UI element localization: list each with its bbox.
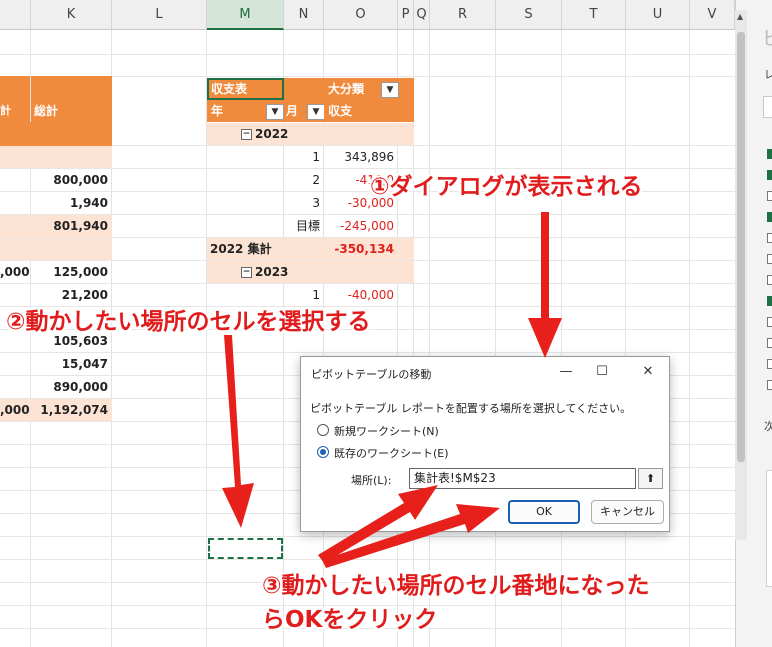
pivot-value-cell[interactable]: -245,000 <box>324 215 398 237</box>
pivot-month-cell[interactable]: 3 <box>284 192 324 214</box>
dialog-prompt: ピボットテーブル レポートを配置する場所を選択してください。 <box>310 402 632 415</box>
pane-section-partial: 次 <box>764 420 772 433</box>
pivot-subtotal-2022-value[interactable]: -350,134 <box>324 238 414 260</box>
left-k-total[interactable]: 1,192,074 <box>31 399 112 421</box>
column-header-u[interactable]: U <box>626 0 690 30</box>
collapse-icon[interactable]: − <box>241 129 252 140</box>
left-j-row-1[interactable]: ,000 <box>0 261 30 283</box>
annotation-step-3-line-1: ③動かしたい場所のセル番地になった <box>262 573 650 599</box>
field-checkbox[interactable] <box>767 359 772 369</box>
field-checkbox[interactable] <box>767 254 772 264</box>
pivot-year-2022-row[interactable]: −2022 <box>207 123 414 145</box>
pivot-month-cell[interactable]: 目標 <box>270 215 324 237</box>
pivot-month-cell[interactable]: 1 <box>284 146 324 168</box>
left-k-row-3[interactable]: 125,000 <box>31 261 112 283</box>
column-header-q[interactable]: Q <box>414 0 430 30</box>
column-header-n[interactable]: N <box>284 0 324 30</box>
field-checkbox[interactable] <box>767 317 772 327</box>
left-j-total[interactable]: ,000 <box>0 399 31 421</box>
close-icon: ✕ <box>642 364 654 379</box>
filter-icon: ▼ <box>386 85 394 95</box>
month-filter-button[interactable]: ▼ <box>307 104 325 120</box>
column-header-m[interactable]: M <box>207 0 284 30</box>
dropdown-icon: ▼ <box>312 107 320 117</box>
label-existing-worksheet[interactable]: 既存のワークシート(E) <box>334 445 449 461</box>
pane-title-partial: ピ <box>762 22 772 51</box>
column-header-r[interactable]: R <box>430 0 496 30</box>
pivot-year-2023-row[interactable]: −2023 <box>207 261 414 283</box>
dialog-title: ピボットテーブルの移動 <box>311 368 432 381</box>
maximize-button[interactable]: ☐ <box>589 361 615 383</box>
upload-arrow-icon: ⬆ <box>645 472 656 485</box>
left-group-row-2[interactable] <box>0 238 112 260</box>
field-checkbox[interactable] <box>767 191 772 201</box>
pane-search-box[interactable] <box>763 96 772 118</box>
field-checkbox[interactable] <box>767 380 772 390</box>
column-header-j[interactable]: J <box>0 0 31 30</box>
left-k-subtotal-1[interactable]: 801,940 <box>0 215 112 237</box>
left-header-k[interactable]: 総計 <box>31 76 112 122</box>
selected-cell-outline <box>207 78 284 100</box>
collapse-icon[interactable]: − <box>241 267 252 278</box>
column-header-s[interactable]: S <box>496 0 562 30</box>
annotation-step-1: ①ダイアログが表示される <box>370 174 643 200</box>
left-k-row-7[interactable]: 890,000 <box>31 376 112 398</box>
arrow-to-dialog <box>528 212 562 358</box>
field-checkbox[interactable] <box>767 296 772 306</box>
pivot-month-cell[interactable]: 2 <box>284 169 324 191</box>
cancel-button[interactable]: キャンセル <box>591 500 664 524</box>
pane-label-partial: レ <box>764 68 772 81</box>
annotation-step-2: ②動かしたい場所のセルを選択する <box>6 309 371 335</box>
column-header-k[interactable]: K <box>31 0 112 30</box>
minimize-button[interactable]: — <box>553 361 579 383</box>
left-k-row-6[interactable]: 15,047 <box>31 353 112 375</box>
location-label: 場所(L): <box>351 474 392 487</box>
minimize-icon: — <box>559 364 573 379</box>
left-subheader[interactable] <box>0 122 112 146</box>
field-checkbox[interactable] <box>767 275 772 285</box>
pivot-subtotal-2022-label[interactable]: 2022 集計 <box>207 238 324 260</box>
col-filter-button[interactable]: ▼ <box>381 82 399 98</box>
ok-button[interactable]: OK <box>508 500 580 524</box>
column-header-v[interactable]: V <box>690 0 735 30</box>
annotation-step-3-line-2: らOKをクリック <box>262 607 438 633</box>
scrollbar-thumb[interactable] <box>737 32 745 462</box>
pane-area-box[interactable] <box>766 470 772 587</box>
radio-existing-worksheet[interactable] <box>317 446 329 458</box>
pivot-value-cell[interactable]: 343,896 <box>324 146 398 168</box>
column-header-p[interactable]: P <box>398 0 414 30</box>
move-pivottable-dialog: ピボットテーブルの移動 — ☐ ✕ ピボットテーブル レポートを配置する場所を選… <box>300 356 670 532</box>
field-checkbox[interactable] <box>767 338 772 348</box>
field-checkbox[interactable] <box>767 170 772 180</box>
maximize-icon: ☐ <box>596 364 608 379</box>
field-checkbox[interactable] <box>767 212 772 222</box>
left-k-row-2[interactable]: 1,940 <box>31 192 112 214</box>
scroll-up-icon[interactable]: ▲ <box>737 12 743 21</box>
location-input[interactable]: 集計表!$M$23 <box>409 468 636 489</box>
vertical-scrollbar[interactable]: ▲ <box>735 10 747 540</box>
pivot-value-field[interactable]: 収支 <box>324 100 414 122</box>
left-group-row[interactable] <box>0 146 112 168</box>
field-checkbox[interactable] <box>767 149 772 159</box>
collapse-dialog-button[interactable]: ⬆ <box>638 468 663 489</box>
column-header-t[interactable]: T <box>562 0 626 30</box>
arrow-to-target-cell <box>222 335 254 528</box>
label-new-worksheet[interactable]: 新規ワークシート(N) <box>334 423 439 439</box>
radio-new-worksheet[interactable] <box>317 424 329 436</box>
target-cell-marquee[interactable] <box>208 538 283 559</box>
column-header-l[interactable]: L <box>112 0 207 30</box>
year-filter-button[interactable]: ▼ <box>266 104 284 120</box>
left-k-row-1[interactable]: 800,000 <box>31 169 112 191</box>
left-header-j[interactable]: 計 <box>0 76 30 122</box>
field-checkbox[interactable] <box>767 233 772 243</box>
close-button[interactable]: ✕ <box>635 361 661 383</box>
column-header-o[interactable]: O <box>324 0 398 30</box>
filter-icon: ▼ <box>271 107 279 117</box>
